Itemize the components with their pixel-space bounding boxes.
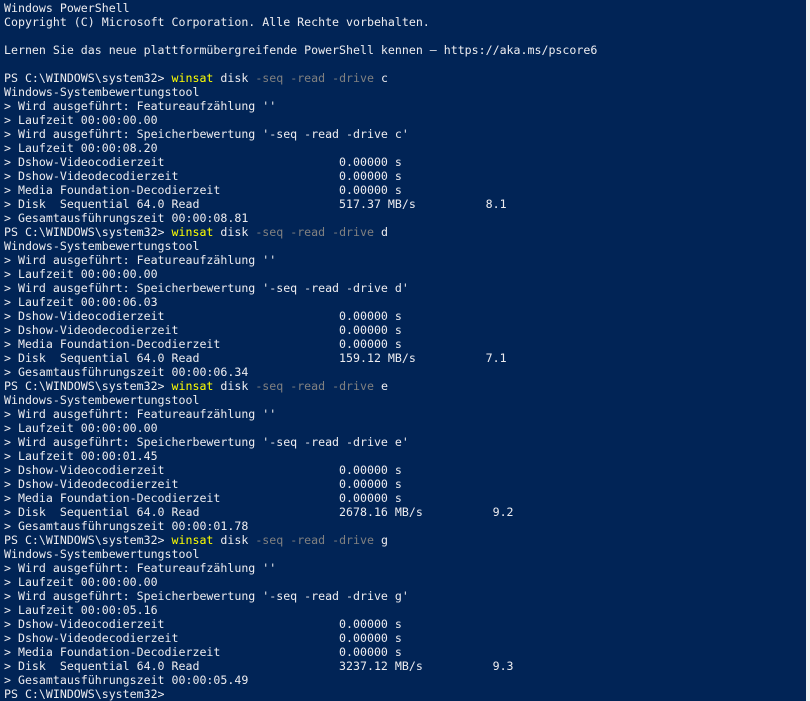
output-line: > Media Foundation-Decodierzeit 0.00000 … [4,491,402,505]
output-line: > Wird ausgeführt: Speicherbewertung '-s… [4,589,409,603]
command-parameters: -seq -read -drive [255,71,374,85]
command-drive: c [373,71,388,85]
output-line: > Laufzeit 00:00:00.00 [4,113,158,127]
output-line: > Laufzeit 00:00:00.00 [4,421,158,435]
output-line: > Dshow-Videodecodierzeit 0.00000 s [4,323,402,337]
command-parameters: -seq -read -drive [255,533,374,547]
command-argument: disk [213,225,256,239]
command-line: PS C:\WINDOWS\system32> winsat disk -seq… [4,71,597,85]
output-line: > Gesamtausführungszeit 00:00:06.34 [4,365,249,379]
output-line: > Laufzeit 00:00:05.16 [4,603,158,617]
prompt: PS C:\WINDOWS\system32> [4,71,172,85]
output-line: > Dshow-Videodecodierzeit 0.00000 s [4,169,402,183]
output-line: > Laufzeit 00:00:06.03 [4,295,158,309]
powershell-console[interactable]: Windows PowerShell Copyright (C) Microso… [0,0,806,701]
disk-result-line: > Disk Sequential 64.0 Read 517.37 MB/s … [4,197,507,211]
output-line: > Wird ausgeführt: Speicherbewertung '-s… [4,281,409,295]
prompt: PS C:\WINDOWS\system32> [4,225,172,239]
output-line: > Dshow-Videodecodierzeit 0.00000 s [4,631,402,645]
output-line: Windows-Systembewertungstool [4,239,200,253]
output-line: > Dshow-Videocodierzeit 0.00000 s [4,617,402,631]
output-line: > Wird ausgeführt: Speicherbewertung '-s… [4,127,409,141]
command-name: winsat [171,379,214,393]
copyright-line: Copyright (C) Microsoft Corporation. All… [4,15,430,29]
output-line: > Media Foundation-Decodierzeit 0.00000 … [4,183,402,197]
command-drive: d [373,225,388,239]
command-argument: disk [213,379,256,393]
console-output: Windows PowerShell Copyright (C) Microso… [4,1,597,701]
output-line: > Dshow-Videocodierzeit 0.00000 s [4,155,402,169]
output-line: > Gesamtausführungszeit 00:00:08.81 [4,211,249,225]
disk-result-line: > Disk Sequential 64.0 Read 3237.12 MB/s… [4,659,514,673]
command-name: winsat [171,533,214,547]
output-line: > Wird ausgeführt: Featureaufzählung '' [4,561,277,575]
pscore-hint-line: Lernen Sie das neue plattformübergreifen… [4,43,598,57]
output-line: > Laufzeit 00:00:01.45 [4,449,158,463]
disk-result-line: > Disk Sequential 64.0 Read 159.12 MB/s … [4,351,507,365]
output-line: > Media Foundation-Decodierzeit 0.00000 … [4,645,402,659]
window-title: Windows PowerShell [4,1,130,15]
window-edge [806,0,810,701]
output-line: > Laufzeit 00:00:00.00 [4,575,158,589]
command-drive: e [373,379,388,393]
output-line: > Dshow-Videodecodierzeit 0.00000 s [4,477,402,491]
output-line: > Gesamtausführungszeit 00:00:05.49 [4,673,249,687]
output-line: > Laufzeit 00:00:08.20 [4,141,158,155]
command-parameters: -seq -read -drive [255,225,374,239]
output-line: > Wird ausgeführt: Featureaufzählung '' [4,253,277,267]
command-parameters: -seq -read -drive [255,379,374,393]
output-line: > Wird ausgeführt: Featureaufzählung '' [4,99,277,113]
output-line: > Laufzeit 00:00:00.00 [4,267,158,281]
command-argument: disk [213,533,256,547]
command-name: winsat [171,71,214,85]
prompt: PS C:\WINDOWS\system32> [4,379,172,393]
output-line: Windows-Systembewertungstool [4,547,200,561]
final-prompt[interactable]: PS C:\WINDOWS\system32> [4,687,597,701]
command-drive: g [373,533,388,547]
output-line: > Dshow-Videocodierzeit 0.00000 s [4,309,402,323]
output-line: > Gesamtausführungszeit 00:00:01.78 [4,519,249,533]
prompt: PS C:\WINDOWS\system32> [4,533,172,547]
output-line: > Dshow-Videocodierzeit 0.00000 s [4,463,402,477]
output-line: > Wird ausgeführt: Speicherbewertung '-s… [4,435,409,449]
command-line: PS C:\WINDOWS\system32> winsat disk -seq… [4,379,597,393]
output-line: Windows-Systembewertungstool [4,393,200,407]
output-line: > Wird ausgeführt: Featureaufzählung '' [4,407,277,421]
output-line: > Media Foundation-Decodierzeit 0.00000 … [4,337,402,351]
command-line: PS C:\WINDOWS\system32> winsat disk -seq… [4,533,597,547]
command-name: winsat [171,225,214,239]
disk-result-line: > Disk Sequential 64.0 Read 2678.16 MB/s… [4,505,514,519]
command-line: PS C:\WINDOWS\system32> winsat disk -seq… [4,225,597,239]
command-argument: disk [213,71,256,85]
output-line: Windows-Systembewertungstool [4,85,200,99]
